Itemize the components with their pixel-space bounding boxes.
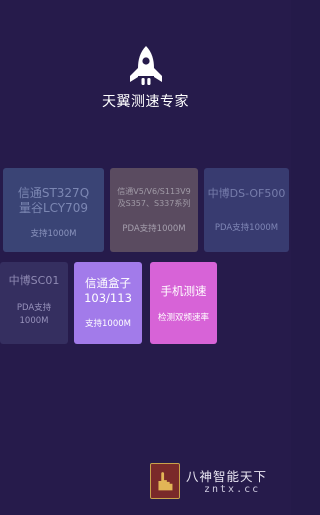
tile-subtitle: 支持1000M <box>85 319 131 330</box>
tile-name-line: 手机测速 <box>160 284 207 298</box>
tile-name-line: 103/113 <box>84 290 132 305</box>
tile-name-line: 量谷LCY709 <box>18 201 89 216</box>
tile-name-line: 中博DS-OF500 <box>207 187 286 200</box>
watermark: 八神智能天下 zntx.cc <box>150 462 291 502</box>
tile-subtitle: PDA支持1000M <box>214 223 279 234</box>
watermark-title: 八神智能天下 <box>186 469 268 484</box>
tile-name-line: 信通盒子 <box>85 276 131 290</box>
tile-name-line: 中博SC01 <box>8 274 60 287</box>
tile-name: 中博DS-OF500 <box>208 187 286 201</box>
tile-phone-speedtest[interactable]: 手机测速 检测双频速率 <box>150 262 217 344</box>
tile-name-line: 及S357、S337系列 <box>117 198 191 208</box>
tile-xintong-v5-v6[interactable]: 信通V5/V6/S113V9 及S357、S337系列 PDA支持1000M <box>110 168 198 252</box>
tile-name: 手机测速 <box>161 284 207 299</box>
app-screen: 天翼测速专家 信通ST327Q 量谷LCY709 支持1000M 信通V5/V6… <box>0 0 291 515</box>
watermark-url: zntx.cc <box>204 484 261 495</box>
pointing-hand-badge-icon <box>150 463 180 499</box>
tile-name: 中博SC01 <box>9 274 60 288</box>
rocket-icon <box>130 46 162 85</box>
tile-subtitle: 支持1000M <box>30 228 77 239</box>
tile-subtitle: 检测双频速率 <box>157 312 209 323</box>
tile-zhongbo-ds-of500[interactable]: 中博DS-OF500 PDA支持1000M <box>204 168 289 252</box>
tile-name-line: 信通ST327Q <box>17 186 90 200</box>
tile-name: 信通ST327Q 量谷LCY709 <box>18 186 89 217</box>
tile-xintong-box[interactable]: 信通盒子 103/113 支持1000M <box>74 262 142 344</box>
tile-xintong-st327q[interactable]: 信通ST327Q 量谷LCY709 支持1000M <box>3 168 104 252</box>
tile-zhongbo-sc01[interactable]: 中博SC01 PDA支持1000M <box>0 262 68 344</box>
tile-name: 信通盒子 103/113 <box>84 276 132 305</box>
app-title: 天翼测速专家 <box>102 94 189 110</box>
tile-name-line: 信通V5/V6/S113V9 <box>117 187 191 196</box>
tile-name: 信通V5/V6/S113V9 及S357、S337系列 <box>117 186 190 209</box>
tile-subtitle: PDA支持1000M <box>122 224 186 235</box>
tile-subtitle: PDA支持1000M <box>16 303 52 326</box>
